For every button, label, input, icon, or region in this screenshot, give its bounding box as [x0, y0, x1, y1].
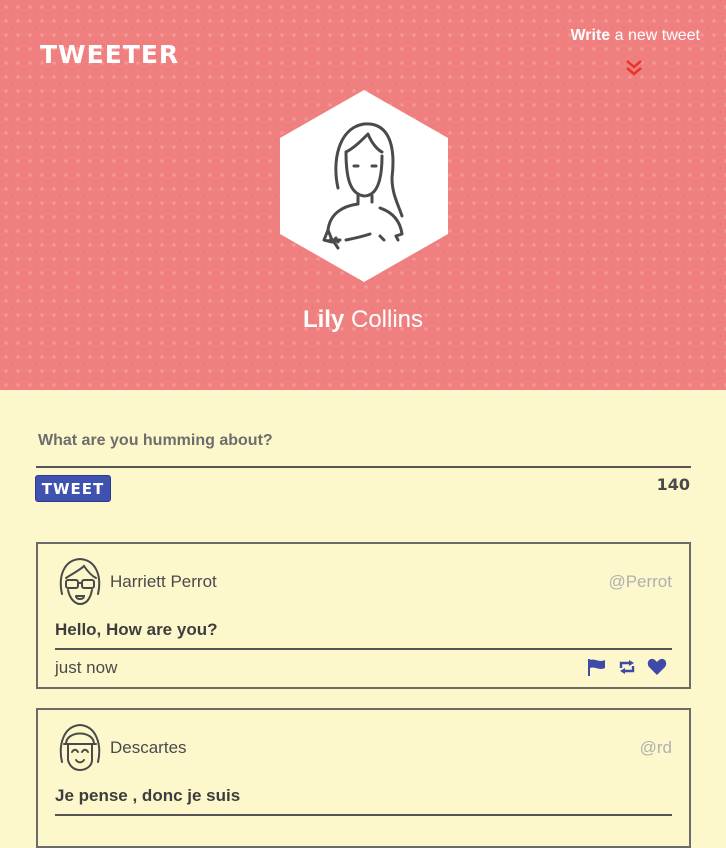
tweet-timestamp: just now — [55, 658, 118, 677]
retweet-icon[interactable] — [617, 658, 637, 676]
app-logo[interactable]: TWEETER — [40, 40, 179, 69]
write-new-tweet-link[interactable]: Write a new tweet — [570, 27, 700, 45]
tweet-card: Harriett Perrot @Perrot Hello, How are y… — [36, 542, 691, 689]
smiling-girl-avatar-icon — [59, 723, 101, 772]
character-counter: 140 — [656, 475, 690, 494]
sunglasses-girl-avatar-icon — [59, 557, 101, 606]
tweet-divider — [55, 648, 672, 650]
profile-name: Lily Collins — [0, 306, 726, 334]
tweet-input[interactable]: What are you humming about? — [38, 432, 273, 450]
tweet-card: Descartes @rd Je pense , donc je suis — [36, 708, 691, 848]
flag-icon[interactable] — [587, 658, 607, 676]
profile-avatar — [280, 90, 448, 282]
tweet-author-name[interactable]: Descartes — [110, 738, 187, 758]
tweet-input-underline — [36, 466, 691, 468]
tweet-message: Je pense , donc je suis — [55, 786, 241, 805]
tweet-actions — [587, 658, 667, 676]
tweet-divider — [55, 814, 672, 816]
tweet-author-handle[interactable]: @rd — [640, 738, 672, 758]
profile-first-name: Lily — [302, 306, 345, 333]
tweet-button[interactable]: TWEET — [35, 475, 111, 502]
tweet-message: Hello, How are you? — [55, 620, 218, 639]
profile-last-name: Collins — [344, 306, 424, 333]
profile-header: TWEETER Write a new tweet Lily Collins — [0, 0, 726, 390]
chevron-double-down-icon[interactable] — [624, 58, 644, 78]
tweet-author-handle[interactable]: @Perrot — [608, 572, 672, 592]
tweet-author-name[interactable]: Harriett Perrot — [110, 572, 217, 592]
write-label-rest: a new tweet — [610, 27, 700, 44]
write-label-strong: Write — [570, 27, 611, 44]
heart-icon[interactable] — [647, 658, 667, 676]
